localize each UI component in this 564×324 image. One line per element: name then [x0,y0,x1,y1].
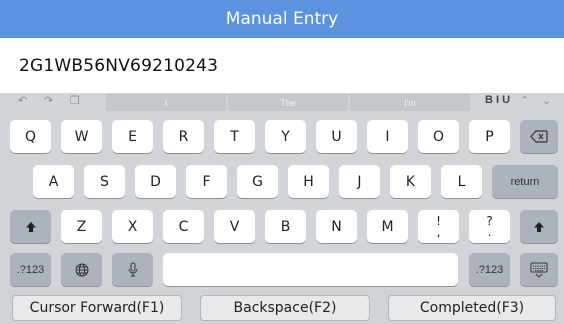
header-bar: Manual Entry [0,0,564,38]
key-v[interactable]: V [214,210,255,243]
key-o[interactable]: O [418,120,459,153]
shift-icon [25,221,36,232]
key-z[interactable]: Z [61,210,102,243]
globe-icon [75,263,88,276]
virtual-keyboard: ↶ ↷ ❐ I The I'm B I U ⌃ ⌄ Q W E R T Y U … [0,93,564,290]
key-l[interactable]: L [441,165,482,198]
cursor-forward-button[interactable]: Cursor Forward(F1) [12,295,182,321]
backspace-button[interactable]: Backspace(F2) [200,295,370,321]
mic-key[interactable] [112,253,153,286]
key-r[interactable]: R [163,120,204,153]
shift-key-right[interactable] [520,210,558,243]
key-i[interactable]: I [367,120,408,153]
globe-key[interactable] [61,253,102,286]
key-bottom-char: . [487,224,492,239]
format-button[interactable]: B I U [485,94,510,106]
backspace-icon [530,130,548,143]
shift-key-left[interactable] [10,210,51,243]
paste-icon[interactable]: ❐ [70,94,80,107]
vin-value: 2G1WB56NV69210243 [19,55,219,76]
key-p[interactable]: P [469,120,510,153]
key-b[interactable]: B [265,210,306,243]
key-w[interactable]: W [61,120,102,153]
key-k[interactable]: K [390,165,431,198]
numbers-key-right[interactable]: .?123 [469,253,510,286]
suggestion-3[interactable]: I'm [350,94,470,111]
key-question-period[interactable]: ? . [469,210,510,243]
page-title: Manual Entry [225,9,339,29]
key-c[interactable]: C [163,210,204,243]
key-label-dual: ! , [436,215,441,239]
shift-icon [534,221,544,232]
key-m[interactable]: M [367,210,408,243]
key-h[interactable]: H [288,165,329,198]
numbers-key-left[interactable]: .?123 [10,253,51,286]
redo-icon[interactable]: ↷ [44,94,53,107]
key-exclamation-comma[interactable]: ! , [418,210,459,243]
chevron-down-icon[interactable]: ⌄ [542,94,551,107]
key-n[interactable]: N [316,210,357,243]
microphone-icon [128,262,137,277]
key-x[interactable]: X [112,210,153,243]
key-e[interactable]: E [112,120,153,153]
key-g[interactable]: G [237,165,278,198]
space-key[interactable] [163,253,458,286]
key-j[interactable]: J [339,165,380,198]
key-label-dual: ? . [486,215,492,239]
key-y[interactable]: Y [265,120,306,153]
keyboard-icon [530,262,548,278]
suggestion-2[interactable]: The [228,94,348,111]
completed-button[interactable]: Completed(F3) [388,295,556,321]
key-s[interactable]: S [84,165,125,198]
key-d[interactable]: D [135,165,176,198]
undo-icon[interactable]: ↶ [18,94,27,107]
key-bottom-char: , [436,224,441,239]
chevron-up-icon[interactable]: ⌃ [520,94,529,107]
hide-keyboard-key[interactable] [520,253,558,286]
function-bar: Cursor Forward(F1) Backspace(F2) Complet… [0,290,564,324]
key-u[interactable]: U [316,120,357,153]
key-q[interactable]: Q [10,120,51,153]
suggestion-1[interactable]: I [106,94,226,111]
vin-input[interactable]: 2G1WB56NV69210243 [0,38,564,93]
return-key[interactable]: return [492,165,558,198]
keyboard-toolbar: ↶ ↷ ❐ I The I'm B I U ⌃ ⌄ [0,93,564,112]
key-t[interactable]: T [214,120,255,153]
delete-key[interactable] [520,120,558,153]
key-f[interactable]: F [186,165,227,198]
key-a[interactable]: A [33,165,74,198]
